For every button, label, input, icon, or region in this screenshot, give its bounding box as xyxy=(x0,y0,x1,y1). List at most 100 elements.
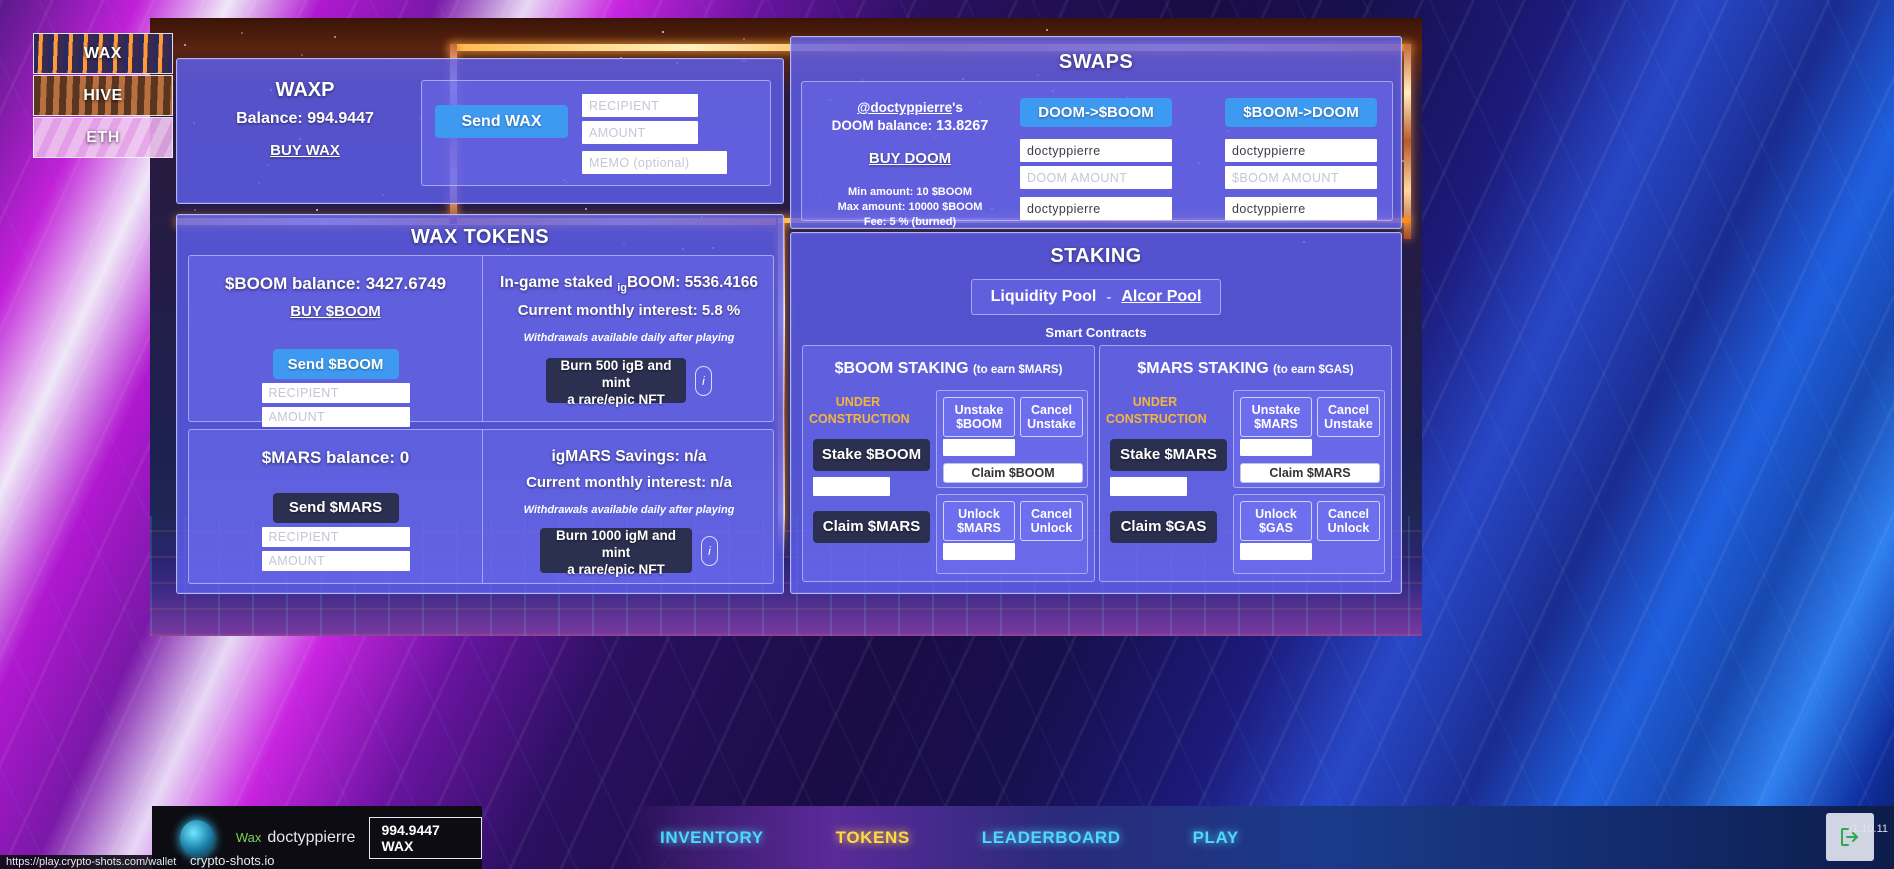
unlock-gas-line2: $GAS xyxy=(1259,521,1293,535)
send-boom-button[interactable]: Send $BOOM xyxy=(273,349,399,379)
mars-interest: Current monthly interest: n/a xyxy=(483,474,775,491)
send-mars-button[interactable]: Send $MARS xyxy=(273,493,399,523)
chain-tab-eth[interactable]: ETH xyxy=(33,117,173,158)
cancel-unlock-gas-line2: Unlock xyxy=(1328,521,1370,535)
doom-swap-recipient-input[interactable] xyxy=(1020,139,1172,162)
cancel-unlock-gas-button[interactable]: Cancel Unlock xyxy=(1317,501,1380,541)
buy-boom-link[interactable]: BUY $BOOM xyxy=(189,303,482,320)
cancel-unstake-mars-line1: Cancel xyxy=(1328,403,1369,417)
mars-recipient-input[interactable] xyxy=(262,527,410,547)
logout-icon[interactable] xyxy=(1826,813,1874,861)
boom-under-construction: UNDER CONSTRUCTION xyxy=(809,394,907,428)
chain-tab-hive-label: HIVE xyxy=(83,87,122,105)
boom-unstake-group: Unstake $BOOM Cancel Unstake Claim $BOOM xyxy=(936,390,1088,488)
boom-amount-input[interactable] xyxy=(262,407,410,427)
burn-igb-mint-nft-button[interactable]: Burn 500 igB and mint a rare/epic NFT xyxy=(546,358,686,403)
claim-mars-button[interactable]: Claim $MARS xyxy=(813,511,930,543)
boom-interest: Current monthly interest: 5.8 % xyxy=(483,302,775,319)
hud-nav: INVENTORY TOKENS LEADERBOARD PLAY xyxy=(660,806,1239,869)
mars-withdraw-note: Withdrawals available daily after playin… xyxy=(483,504,775,516)
cancel-unstake-boom-line1: Cancel xyxy=(1031,403,1072,417)
hud-chain-label: Wax xyxy=(236,830,262,845)
alcor-pool-link[interactable]: Alcor Pool xyxy=(1121,288,1201,306)
cancel-unstake-boom-button[interactable]: Cancel Unstake xyxy=(1020,397,1083,437)
waxp-panel: WAXP Balance: 994.9447 BUY WAX Send WAX xyxy=(176,58,784,204)
stake-mars-button[interactable]: Stake $MARS xyxy=(1110,439,1227,471)
nav-play[interactable]: PLAY xyxy=(1193,828,1239,848)
buy-doom-link[interactable]: BUY DOOM xyxy=(810,150,1010,167)
stake-mars-amount-input[interactable] xyxy=(1110,477,1187,496)
doom-to-boom-button[interactable]: DOOM->$BOOM xyxy=(1020,98,1172,127)
waxp-title: WAXP xyxy=(191,79,419,102)
unstake-mars-button[interactable]: Unstake $MARS xyxy=(1240,397,1312,437)
swaps-account-link[interactable]: @doctyppierre xyxy=(857,100,952,115)
unstake-boom-line1: Unstake xyxy=(955,403,1004,417)
stake-boom-button[interactable]: Stake $BOOM xyxy=(813,439,930,471)
chain-tab-hive[interactable]: HIVE xyxy=(33,75,173,116)
nav-inventory[interactable]: INVENTORY xyxy=(660,828,764,848)
boom-to-doom-button[interactable]: $BOOM->DOOM xyxy=(1225,98,1377,127)
burn-igm-mint-nft-button[interactable]: Burn 1000 igM and mint a rare/epic NFT xyxy=(540,528,692,573)
unlock-gas-button[interactable]: Unlock $GAS xyxy=(1240,501,1312,541)
unstake-boom-amount-input[interactable] xyxy=(943,439,1015,456)
boom-swap-amount-input[interactable] xyxy=(1225,166,1377,189)
unlock-mars-button[interactable]: Unlock $MARS xyxy=(943,501,1015,541)
wax-tokens-title: WAX TOKENS xyxy=(177,226,783,249)
game-logo-icon xyxy=(180,820,214,856)
boom-recipient-input[interactable] xyxy=(262,383,410,403)
doom-swap-memo-input[interactable] xyxy=(1020,197,1172,220)
claim-gas-button[interactable]: Claim $GAS xyxy=(1110,511,1217,543)
unlock-mars-amount-input[interactable] xyxy=(943,543,1015,560)
mars-under-construction: UNDER CONSTRUCTION xyxy=(1106,394,1204,428)
boom-swap-memo-input[interactable] xyxy=(1225,197,1377,220)
swaps-account-suffix: 's xyxy=(952,100,963,115)
boom-balance: $BOOM balance: 3427.6749 xyxy=(189,274,482,294)
boom-swap-recipient-input[interactable] xyxy=(1225,139,1377,162)
unstake-mars-line2: $MARS xyxy=(1254,417,1298,431)
mars-burn-info-icon[interactable]: i xyxy=(701,536,718,566)
mars-amount-input[interactable] xyxy=(262,551,410,571)
chain-tab-wax[interactable]: WAX xyxy=(33,33,173,74)
hud-account-bar: crypto-shots.io Wax doctyppierre 994.944… xyxy=(152,806,482,869)
liquidity-pool-label: Liquidity Pool xyxy=(991,288,1097,306)
cancel-unlock-gas-line1: Cancel xyxy=(1328,507,1369,521)
brand-label: crypto-shots.io xyxy=(190,853,275,868)
doom-swap-amount-input[interactable] xyxy=(1020,166,1172,189)
stake-boom-amount-input[interactable] xyxy=(813,477,890,496)
mars-staking-box: $MARS STAKING (to earn $GAS) UNDER CONST… xyxy=(1099,345,1392,582)
swaps-title: SWAPS xyxy=(791,51,1401,74)
igboom-staked-prefix: In-game staked xyxy=(500,274,617,291)
cancel-unstake-mars-button[interactable]: Cancel Unstake xyxy=(1317,397,1380,437)
staking-title: STAKING xyxy=(791,245,1401,268)
unlock-mars-line1: Unlock xyxy=(958,507,1000,521)
nav-tokens[interactable]: TOKENS xyxy=(836,828,910,848)
unlock-gas-amount-input[interactable] xyxy=(1240,543,1312,560)
boom-burn-info-icon[interactable]: i xyxy=(695,366,712,396)
cancel-unlock-mars-button[interactable]: Cancel Unlock xyxy=(1020,501,1083,541)
claim-smars-button[interactable]: Claim $MARS xyxy=(1240,463,1380,483)
chain-selector: WAX HIVE ETH xyxy=(33,33,173,159)
boom-under-line1: UNDER xyxy=(809,394,907,411)
wax-memo-input[interactable] xyxy=(582,151,727,174)
wax-recipient-input[interactable] xyxy=(582,94,698,117)
liquidity-dash: - xyxy=(1106,289,1111,306)
nav-leaderboard[interactable]: LEADERBOARD xyxy=(982,828,1121,848)
neon-bar-right xyxy=(1404,44,1411,239)
unstake-mars-line1: Unstake xyxy=(1252,403,1301,417)
cancel-unstake-mars-line2: Unstake xyxy=(1324,417,1373,431)
unlock-gas-line1: Unlock xyxy=(1255,507,1297,521)
unstake-boom-button[interactable]: Unstake $BOOM xyxy=(943,397,1015,437)
unstake-mars-amount-input[interactable] xyxy=(1240,439,1312,456)
unstake-boom-line2: $BOOM xyxy=(956,417,1002,431)
mars-staking-title: $MARS STAKING xyxy=(1137,360,1268,377)
swaps-panel: SWAPS @doctyppierre's DOOM balance: 13.8… xyxy=(790,36,1402,229)
boom-unlock-group: Unlock $MARS Cancel Unlock xyxy=(936,494,1088,574)
mars-staking-subtitle: (to earn $GAS) xyxy=(1273,364,1354,376)
buy-wax-link[interactable]: BUY WAX xyxy=(191,142,419,159)
wax-amount-input[interactable] xyxy=(582,121,698,144)
waxp-balance: Balance: 994.9447 xyxy=(191,110,419,128)
claim-boom-button[interactable]: Claim $BOOM xyxy=(943,463,1083,483)
boom-staking-title: $BOOM STAKING xyxy=(835,360,969,377)
send-wax-button[interactable]: Send WAX xyxy=(435,105,568,138)
boom-under-line2: CONSTRUCTION xyxy=(809,411,907,428)
